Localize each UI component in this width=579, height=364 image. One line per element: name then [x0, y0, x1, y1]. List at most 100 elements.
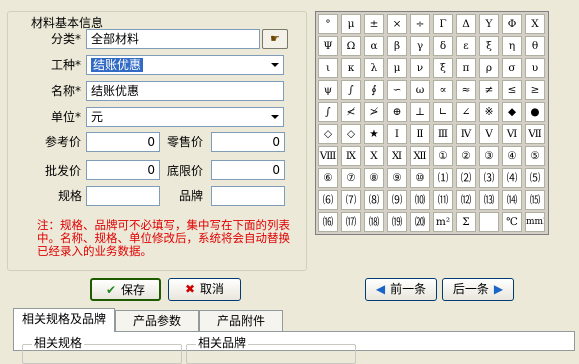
- symbol-cell[interactable]: m²: [433, 212, 453, 232]
- symbol-cell[interactable]: ⒁: [502, 190, 522, 210]
- retail-price-input[interactable]: 0: [211, 132, 285, 152]
- symbol-cell[interactable]: ÷: [410, 14, 430, 34]
- symbol-cell[interactable]: μ: [387, 58, 407, 78]
- symbol-cell[interactable]: ρ: [479, 58, 499, 78]
- symbol-cell[interactable]: θ: [525, 36, 545, 56]
- symbol-cell[interactable]: ⑾: [433, 190, 453, 210]
- symbol-cell[interactable]: ε: [456, 36, 476, 56]
- symbol-cell[interactable]: ⒀: [479, 190, 499, 210]
- symbol-cell[interactable]: ⒅: [364, 212, 384, 232]
- symbol-cell[interactable]: ≠: [479, 80, 499, 100]
- symbol-cell[interactable]: ν: [410, 58, 430, 78]
- symbol-cell[interactable]: ±: [364, 14, 384, 34]
- symbol-cell[interactable]: ⒇: [410, 212, 430, 232]
- symbol-cell[interactable]: ⑻: [364, 190, 384, 210]
- symbol-cell[interactable]: λ: [364, 58, 384, 78]
- symbol-cell[interactable]: ⊕: [387, 102, 407, 122]
- symbol-cell[interactable]: Ⅳ: [456, 124, 476, 144]
- next-record-button[interactable]: 后一条 ▶: [442, 278, 514, 301]
- symbol-cell[interactable]: ⒃: [318, 212, 338, 232]
- symbol-cell[interactable]: Ⅻ: [410, 146, 430, 166]
- symbol-cell[interactable]: ∫: [318, 102, 338, 122]
- symbol-cell[interactable]: υ: [525, 58, 545, 78]
- tab-spec-brand[interactable]: 相关规格及品牌: [13, 308, 115, 332]
- symbol-cell[interactable]: ⑸: [525, 168, 545, 188]
- symbol-cell[interactable]: σ: [502, 58, 522, 78]
- symbol-cell[interactable]: ⑿: [456, 190, 476, 210]
- symbol-cell[interactable]: Ⅶ: [525, 124, 545, 144]
- symbol-cell[interactable]: ∟: [433, 102, 453, 122]
- symbol-cell[interactable]: ③: [479, 146, 499, 166]
- symbol-cell[interactable]: Γ: [433, 14, 453, 34]
- symbol-cell[interactable]: ⊥: [410, 102, 430, 122]
- symbol-cell[interactable]: ∝: [433, 80, 453, 100]
- symbol-cell[interactable]: ι: [318, 58, 338, 78]
- category-field[interactable]: 全部材料: [86, 29, 260, 49]
- floor-price-input[interactable]: 0: [211, 160, 285, 180]
- ref-price-input[interactable]: 0: [86, 132, 160, 152]
- tab-product-attachments[interactable]: 产品附件: [199, 310, 283, 331]
- brand-input[interactable]: [211, 186, 285, 206]
- symbol-cell[interactable]: ◆: [502, 102, 522, 122]
- symbol-cell[interactable]: ≥: [525, 80, 545, 100]
- symbol-cell[interactable]: ※: [479, 102, 499, 122]
- symbol-cell[interactable]: ∮: [364, 80, 384, 100]
- symbol-cell[interactable]: Ⅹ: [364, 146, 384, 166]
- symbol-cell[interactable]: α: [364, 36, 384, 56]
- symbol-cell[interactable]: ★: [364, 124, 384, 144]
- symbol-cell[interactable]: X: [525, 14, 545, 34]
- tab-product-params[interactable]: 产品参数: [115, 310, 199, 331]
- symbol-cell[interactable]: Υ: [479, 14, 499, 34]
- symbol-cell[interactable]: ⑷: [502, 168, 522, 188]
- worktype-select[interactable]: 结账优惠: [86, 55, 284, 75]
- symbol-cell[interactable]: ⑧: [364, 168, 384, 188]
- symbol-cell[interactable]: ≯: [364, 102, 384, 122]
- symbol-cell[interactable]: ω: [410, 80, 430, 100]
- symbol-cell[interactable]: ⒆: [387, 212, 407, 232]
- symbol-cell[interactable]: Ω: [341, 36, 361, 56]
- symbol-cell[interactable]: δ: [433, 36, 453, 56]
- symbol-cell[interactable]: ψ: [318, 80, 338, 100]
- symbol-cell[interactable]: ⑵: [456, 168, 476, 188]
- symbol-cell[interactable]: γ: [410, 36, 430, 56]
- symbol-cell[interactable]: ◇: [341, 124, 361, 144]
- cancel-button[interactable]: ✖ 取消: [168, 278, 241, 301]
- symbol-cell[interactable]: ⑼: [387, 190, 407, 210]
- symbol-cell[interactable]: Ⅺ: [387, 146, 407, 166]
- symbol-cell[interactable]: ⒂: [525, 190, 545, 210]
- symbol-cell[interactable]: ②: [456, 146, 476, 166]
- symbol-cell[interactable]: Ⅸ: [341, 146, 361, 166]
- symbol-cell[interactable]: ×: [387, 14, 407, 34]
- symbol-cell[interactable]: Ⅵ: [502, 124, 522, 144]
- symbol-cell[interactable]: Σ: [456, 212, 476, 232]
- symbol-cell[interactable]: Ⅲ: [433, 124, 453, 144]
- symbol-cell[interactable]: ≈: [456, 80, 476, 100]
- symbol-cell[interactable]: ◇: [318, 124, 338, 144]
- symbol-cell[interactable]: ⑥: [318, 168, 338, 188]
- symbol-cell[interactable]: ●: [525, 102, 545, 122]
- symbol-cell[interactable]: ⒄: [341, 212, 361, 232]
- symbol-cell[interactable]: Ⅰ: [387, 124, 407, 144]
- symbol-cell[interactable]: ⑶: [479, 168, 499, 188]
- symbol-cell[interactable]: ⑹: [318, 190, 338, 210]
- symbol-cell[interactable]: ⑴: [433, 168, 453, 188]
- symbol-cell[interactable]: ξ: [433, 58, 453, 78]
- symbol-cell[interactable]: ξ: [479, 36, 499, 56]
- symbol-cell[interactable]: Ψ: [318, 36, 338, 56]
- symbol-cell[interactable]: ℃: [502, 212, 522, 232]
- symbol-cell[interactable]: ⑺: [341, 190, 361, 210]
- unit-select[interactable]: 元: [86, 107, 284, 127]
- symbol-cell[interactable]: ⑨: [387, 168, 407, 188]
- symbol-cell[interactable]: mm2: [525, 212, 545, 232]
- name-input[interactable]: 结账优惠: [86, 81, 284, 101]
- symbol-cell[interactable]: ④: [502, 146, 522, 166]
- symbol-cell[interactable]: κ: [341, 58, 361, 78]
- symbol-cell[interactable]: [479, 212, 499, 232]
- symbol-cell[interactable]: ①: [433, 146, 453, 166]
- symbol-cell[interactable]: ∫: [341, 80, 361, 100]
- symbol-cell[interactable]: Φ: [502, 14, 522, 34]
- symbol-cell[interactable]: ⑽: [410, 190, 430, 210]
- symbol-cell[interactable]: μ: [341, 14, 361, 34]
- symbol-cell[interactable]: Ⅴ: [479, 124, 499, 144]
- symbol-cell[interactable]: ⑤: [525, 146, 545, 166]
